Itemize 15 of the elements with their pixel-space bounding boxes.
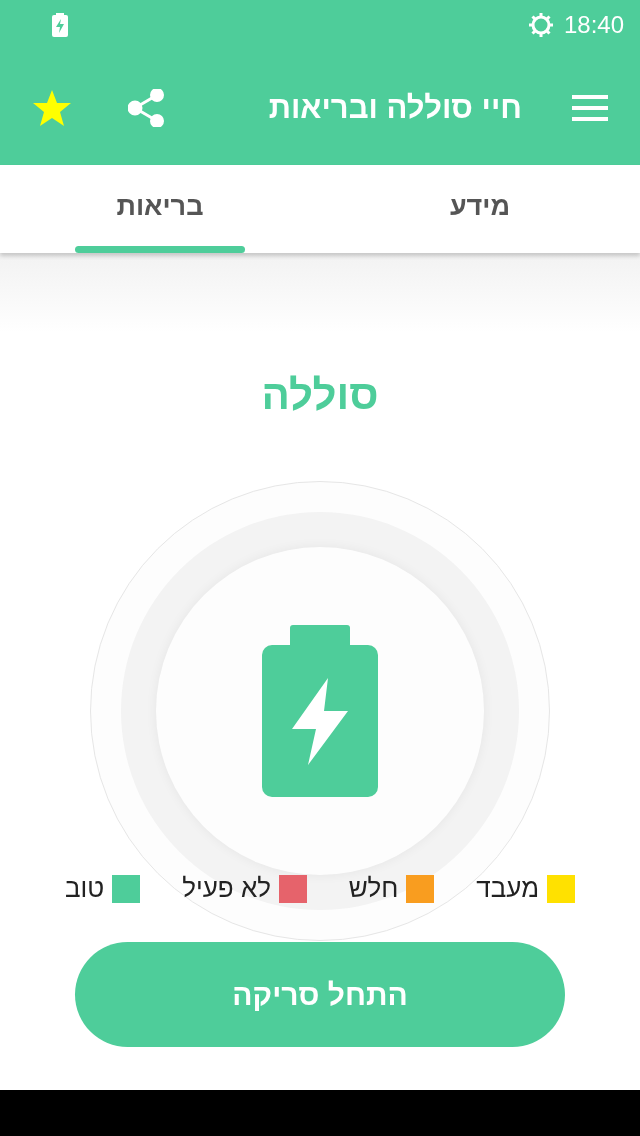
status-time: 18:40 xyxy=(563,11,624,39)
gear-icon xyxy=(527,12,554,38)
battery-charging-icon xyxy=(52,13,68,37)
legend-label: טוב xyxy=(65,873,105,904)
legend-label: מעבד xyxy=(476,873,539,904)
app-title: חיי סוללה ובריאות xyxy=(268,89,522,126)
legend-label: חלש xyxy=(348,873,399,904)
legend-label: לא פעיל xyxy=(182,873,271,904)
tab[interactable]: בריאות xyxy=(0,165,320,253)
section-heading: סוללה xyxy=(261,371,379,419)
menu-icon[interactable] xyxy=(572,94,608,121)
battery-charging-icon xyxy=(262,625,378,797)
share-icon[interactable] xyxy=(128,88,164,127)
tab[interactable]: מידע xyxy=(320,165,640,253)
star-icon[interactable] xyxy=(32,88,72,127)
